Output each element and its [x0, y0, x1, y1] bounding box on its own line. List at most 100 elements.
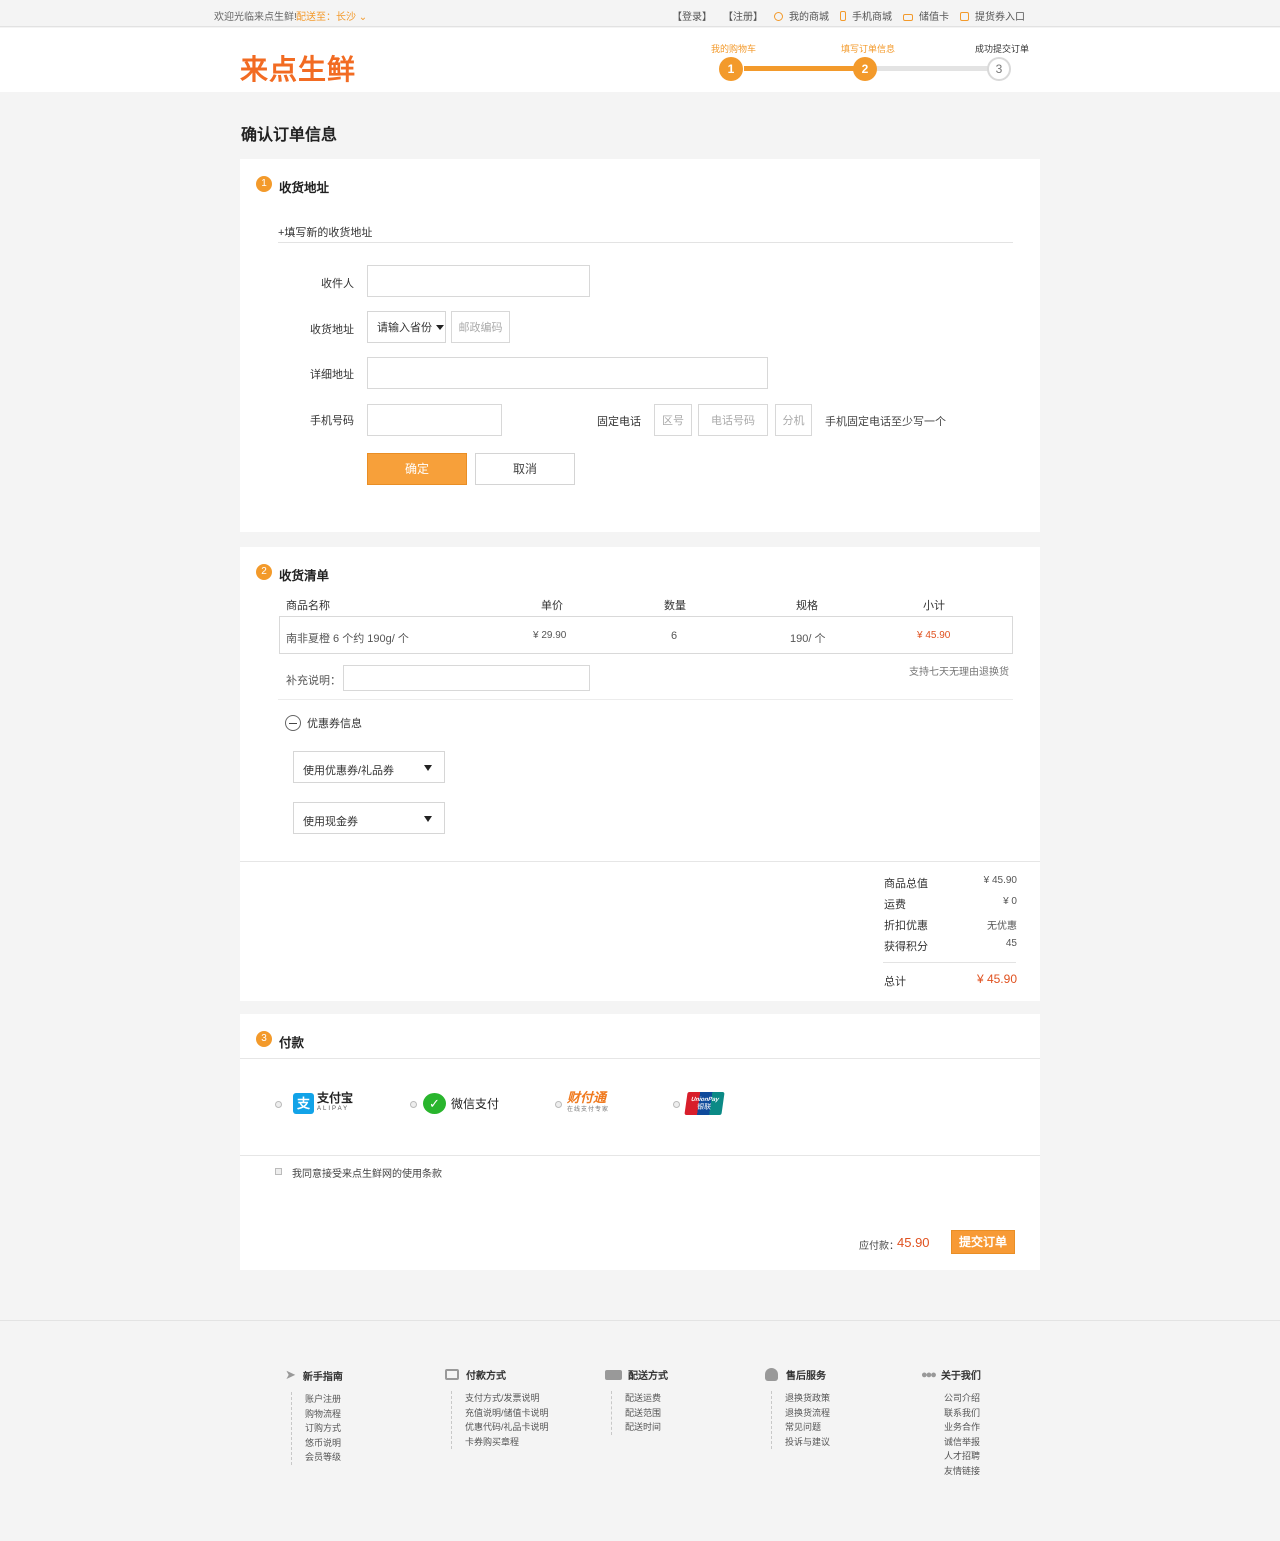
- tenpay-option[interactable]: 财付通 在线支付专家: [567, 1091, 610, 1116]
- section-title: 付款: [279, 1036, 305, 1050]
- product-name[interactable]: 南非夏橙 6 个约 190g/ 个: [286, 630, 409, 646]
- footer-link[interactable]: 会员等级: [305, 1450, 343, 1465]
- step-progress-done: [744, 66, 856, 71]
- address-panel: 1 收货地址 +填写新的收货地址 收件人 收货地址 请输入省份 邮政编码 详细地…: [240, 159, 1040, 532]
- divider: [240, 1155, 1040, 1156]
- unionpay-option[interactable]: UnionPay 银联: [684, 1092, 725, 1115]
- section-number: 1: [256, 176, 272, 192]
- remark-input[interactable]: [343, 665, 590, 691]
- tenpay-sub: 在线支付专家: [567, 1107, 610, 1113]
- unionpay-radio[interactable]: [673, 1101, 680, 1108]
- step-3-circle: 3: [987, 57, 1011, 81]
- paper-plane-icon: ➤: [285, 1367, 296, 1382]
- summary-value-goods: ¥ 45.90: [983, 875, 1017, 886]
- confirm-address-button[interactable]: 确定: [367, 453, 467, 485]
- footer-link[interactable]: 配送范围: [625, 1406, 668, 1421]
- footer-link[interactable]: 退换货流程: [785, 1406, 830, 1421]
- divider: [240, 861, 1040, 862]
- payment-panel: 3 付款 支 支付宝 ALIPAY ✓ 微信支付 财付通 在线支付专家 Unio…: [240, 1014, 1040, 1270]
- footer-link[interactable]: 常见问题: [785, 1420, 830, 1435]
- footer-link[interactable]: 悠币说明: [305, 1436, 343, 1451]
- footer-link[interactable]: 支付方式/发票说明: [465, 1391, 549, 1406]
- mobile-input[interactable]: [367, 404, 502, 436]
- terms-checkbox[interactable]: [275, 1168, 282, 1175]
- footer-link[interactable]: 账户注册: [305, 1392, 343, 1407]
- step-2-label: 填写订单信息: [841, 44, 896, 54]
- my-mall-link[interactable]: 我的商城: [774, 8, 829, 23]
- add-new-address-link[interactable]: +填写新的收货地址: [278, 224, 372, 240]
- footer-link[interactable]: 优惠代码/礼品卡说明: [465, 1420, 549, 1435]
- extension-input[interactable]: 分机: [775, 404, 812, 436]
- product-subtotal: ¥ 45.90: [917, 630, 951, 641]
- page-title: 确认订单信息: [241, 127, 338, 144]
- wechat-pay-radio[interactable]: [410, 1101, 417, 1108]
- footer-link[interactable]: 公司介绍: [944, 1391, 981, 1406]
- footer-col-service: 售后服务 退换货政策 退换货流程 常见问题 投诉与建议: [765, 1367, 830, 1450]
- footer-col-title: 付款方式: [466, 1371, 506, 1382]
- area-code-placeholder: 区号: [662, 415, 684, 427]
- recipient-input[interactable]: [367, 265, 590, 297]
- summary-label-goods: 商品总值: [884, 878, 928, 890]
- wechat-pay-option[interactable]: ✓ 微信支付: [423, 1093, 499, 1114]
- my-mall-label: 我的商城: [789, 12, 829, 23]
- postcode-input[interactable]: 邮政编码: [451, 311, 510, 343]
- mobile-label: 手机号码: [310, 415, 354, 427]
- product-spec: 190/ 个: [790, 633, 826, 645]
- cash-voucher-select[interactable]: 使用现金券: [293, 802, 445, 834]
- total-label: 总计: [884, 976, 906, 988]
- mobile-mall-link[interactable]: 手机商城: [840, 8, 892, 23]
- remark-label: 补充说明：: [286, 675, 341, 687]
- footer-link[interactable]: 诚信举报: [944, 1435, 981, 1450]
- cancel-address-button[interactable]: 取消: [475, 453, 575, 485]
- province-select[interactable]: 请输入省份: [367, 311, 446, 343]
- alipay-option[interactable]: 支 支付宝 ALIPAY: [293, 1091, 354, 1114]
- footer-link[interactable]: 充值说明/储值卡说明: [465, 1406, 549, 1421]
- footer-link[interactable]: 业务合作: [944, 1420, 981, 1435]
- footer-col-delivery: 配送方式 配送运费 配送范围 配送时间: [605, 1367, 668, 1435]
- footer-col-title: 售后服务: [786, 1371, 826, 1382]
- register-link[interactable]: 【注册】: [723, 8, 763, 23]
- unionpay-icon: UnionPay: [690, 1096, 720, 1103]
- tenpay-radio[interactable]: [555, 1101, 562, 1108]
- alipay-icon: 支: [293, 1093, 314, 1114]
- footer-link[interactable]: 人才招聘: [944, 1449, 981, 1464]
- summary-value-shipping: ¥ 0: [1003, 896, 1017, 907]
- stored-card-link[interactable]: 储值卡: [903, 8, 949, 23]
- caret-down-icon: [424, 765, 432, 771]
- voucher-entry-link[interactable]: 提货券入口: [960, 8, 1025, 23]
- footer-link[interactable]: 购物流程: [305, 1407, 343, 1422]
- footer-link[interactable]: 退换货政策: [785, 1391, 830, 1406]
- alipay-radio[interactable]: [275, 1101, 282, 1108]
- logo[interactable]: 来点生鲜: [240, 48, 356, 88]
- footer-link[interactable]: 配送时间: [625, 1420, 668, 1435]
- collapse-icon: [285, 715, 301, 731]
- footer-link[interactable]: 联系我们: [944, 1406, 981, 1421]
- summary-label-points: 获得积分: [884, 941, 928, 953]
- login-link[interactable]: 【登录】: [672, 8, 712, 23]
- phone-icon: [840, 11, 846, 21]
- summary-value-points: 45: [1005, 938, 1017, 949]
- footer-col-title: 关于我们: [940, 1371, 981, 1382]
- col-header-name: 商品名称: [286, 600, 330, 612]
- col-header-qty: 数量: [664, 600, 686, 612]
- phone-number-input[interactable]: 电话号码: [698, 404, 768, 436]
- section-title: 收货清单: [279, 569, 330, 583]
- alipay-name: 支付宝: [317, 1091, 354, 1105]
- footer-col-title: 新手指南: [302, 1371, 343, 1383]
- step-1-circle: 1: [719, 57, 743, 81]
- voucher-entry-label: 提货券入口: [975, 12, 1025, 23]
- coupon-toggle[interactable]: 优惠券信息: [285, 715, 362, 731]
- header: 来点生鲜 我的购物车 1 填写订单信息 2 成功提交订单 3: [0, 28, 1280, 92]
- submit-order-button[interactable]: 提交订单: [951, 1230, 1015, 1254]
- footer-link[interactable]: 订购方式: [305, 1421, 343, 1436]
- footer-link[interactable]: 卡券购买章程: [465, 1435, 549, 1450]
- coupon-select[interactable]: 使用优惠券/礼品券: [293, 751, 445, 783]
- chevron-down-icon: ⌄: [358, 12, 368, 23]
- footer-link[interactable]: 友情链接: [944, 1464, 981, 1479]
- footer-link[interactable]: 投诉与建议: [785, 1435, 830, 1450]
- detail-address-input[interactable]: [367, 357, 768, 389]
- area-code-input[interactable]: 区号: [654, 404, 692, 436]
- deliver-location-selector[interactable]: 配送至：长沙 ⌄: [296, 8, 367, 23]
- footer-link[interactable]: 配送运费: [625, 1391, 668, 1406]
- region-label: 收货地址: [310, 324, 354, 336]
